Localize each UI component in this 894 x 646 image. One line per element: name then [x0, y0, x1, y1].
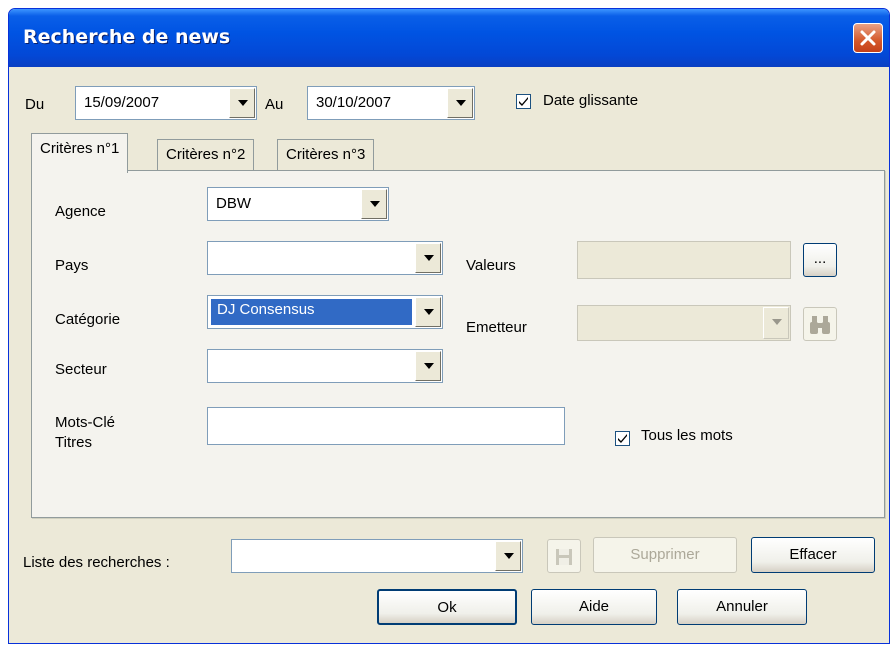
keywords-input[interactable]: [207, 407, 565, 445]
dialog-window: Recherche de news Du 15/09/2007 Au 30/10…: [8, 8, 890, 644]
agency-label: Agence: [55, 203, 106, 220]
issuer-select: [577, 305, 791, 341]
keywords-label-line2: Titres: [55, 434, 92, 451]
sector-select[interactable]: [207, 349, 443, 383]
category-value: DJ Consensus: [211, 299, 412, 325]
chevron-down-icon: [772, 319, 782, 325]
keywords-label-line1: Mots-Clé: [55, 414, 116, 431]
chevron-down-icon: [238, 100, 248, 106]
tab-criteria-3-label: Critères n°3: [286, 146, 366, 163]
chevron-down-icon: [424, 255, 434, 261]
criteria-panel: [31, 170, 885, 518]
category-label: Catégorie: [55, 311, 121, 328]
tab-criteria-2[interactable]: Critères n°2: [157, 139, 255, 171]
issuer-label: Emetteur: [466, 319, 527, 336]
category-dropdown-button[interactable]: [415, 297, 441, 327]
delete-search-button: Supprimer: [593, 537, 737, 573]
to-date-picker[interactable]: 30/10/2007: [307, 86, 475, 120]
agency-value: DBW: [216, 195, 251, 212]
sector-dropdown-button[interactable]: [415, 351, 441, 381]
cancel-button[interactable]: Annuler: [677, 589, 807, 625]
save-icon: [556, 549, 572, 565]
saved-searches-label: Liste des recherches :: [23, 554, 170, 571]
agency-dropdown-button[interactable]: [361, 189, 387, 219]
checkmark-icon: [617, 433, 628, 444]
issuer-search-button: [803, 307, 837, 341]
from-date-value: 15/09/2007: [84, 94, 160, 111]
tab-criteria-2-label: Critères n°2: [166, 146, 246, 163]
from-date-dropdown-button[interactable]: [229, 88, 255, 118]
chevron-down-icon: [424, 309, 434, 315]
saved-searches-select[interactable]: [231, 539, 523, 573]
securities-browse-button[interactable]: ...: [803, 243, 837, 277]
securities-field: [577, 241, 791, 279]
country-dropdown-button[interactable]: [415, 243, 441, 273]
chevron-down-icon: [504, 553, 514, 559]
close-icon: [860, 30, 876, 46]
securities-label: Valeurs: [466, 257, 516, 274]
sector-label: Secteur: [55, 361, 107, 378]
tab-criteria-1-label: Critères n°1: [40, 140, 120, 157]
chevron-down-icon: [370, 201, 380, 207]
tab-criteria-3[interactable]: Critères n°3: [277, 139, 375, 171]
to-date-value: 30/10/2007: [316, 94, 392, 111]
close-button[interactable]: [853, 23, 883, 53]
sliding-date-checkbox[interactable]: [516, 94, 531, 109]
help-button[interactable]: Aide: [531, 589, 657, 625]
all-words-checkbox[interactable]: [615, 431, 630, 446]
window-title: Recherche de news: [23, 26, 231, 48]
save-search-button: [547, 539, 581, 573]
chevron-down-icon: [456, 100, 466, 106]
sliding-date-label: Date glissante: [543, 92, 639, 109]
saved-searches-dropdown-button[interactable]: [495, 541, 521, 571]
clear-button[interactable]: Effacer: [751, 537, 875, 573]
agency-select[interactable]: DBW: [207, 187, 389, 221]
to-date-dropdown-button[interactable]: [447, 88, 473, 118]
to-date-label: Au: [265, 96, 284, 113]
checkmark-icon: [518, 96, 529, 107]
binoculars-icon: [810, 316, 830, 334]
from-date-label: Du: [25, 96, 45, 113]
country-select[interactable]: [207, 241, 443, 275]
ok-button[interactable]: Ok: [377, 589, 517, 625]
category-select[interactable]: DJ Consensus: [207, 295, 443, 329]
all-words-label: Tous les mots: [641, 427, 733, 444]
country-label: Pays: [55, 257, 89, 274]
title-bar[interactable]: Recherche de news: [9, 9, 889, 67]
from-date-picker[interactable]: 15/09/2007: [75, 86, 257, 120]
chevron-down-icon: [424, 363, 434, 369]
issuer-dropdown-button: [763, 307, 789, 339]
tab-criteria-1[interactable]: Critères n°1: [31, 133, 129, 173]
